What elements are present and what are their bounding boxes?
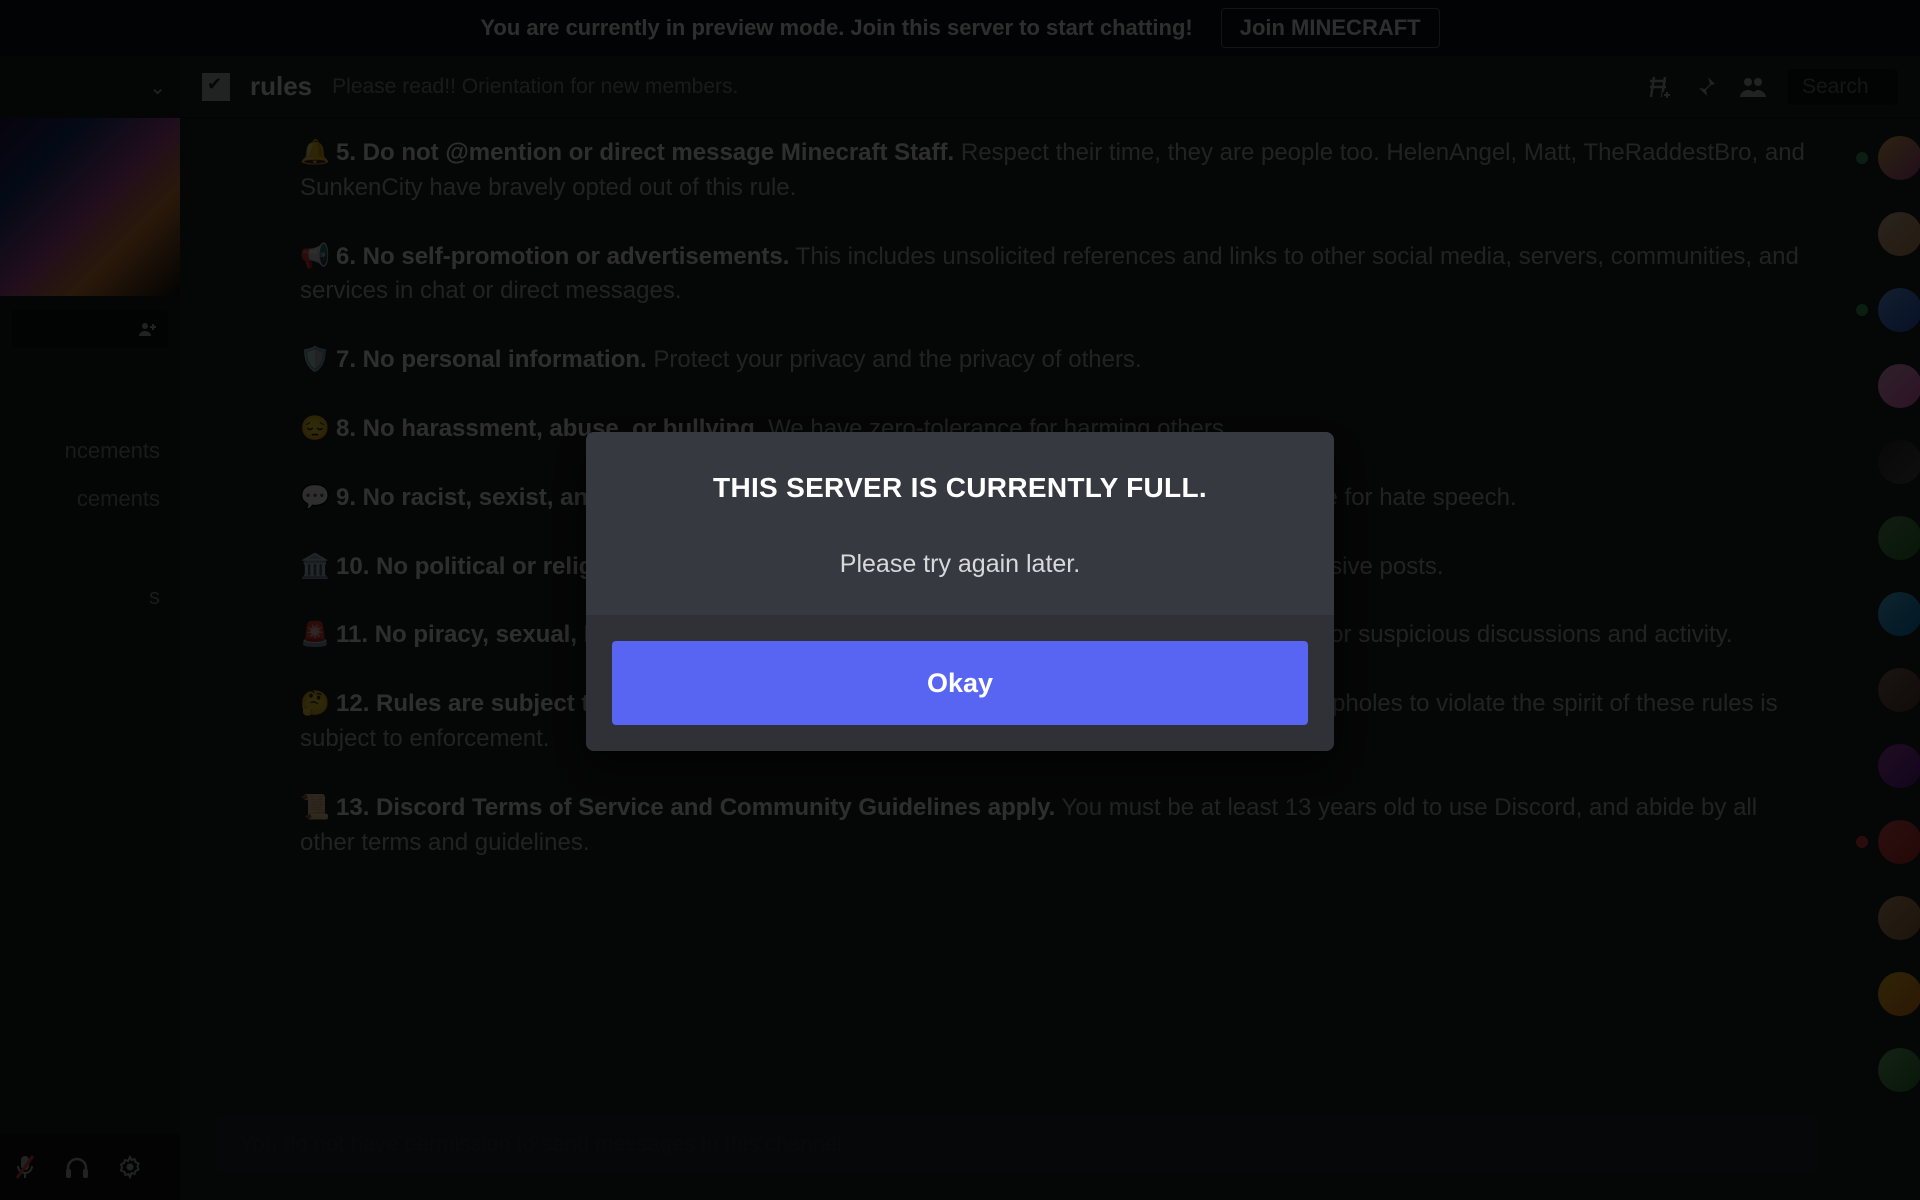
modal-title: THIS SERVER IS CURRENTLY FULL. <box>622 472 1298 504</box>
modal-okay-button[interactable]: Okay <box>612 641 1308 725</box>
modal-message: Please try again later. <box>622 550 1298 579</box>
modal-overlay[interactable]: THIS SERVER IS CURRENTLY FULL. Please tr… <box>0 0 1920 1200</box>
server-full-modal: THIS SERVER IS CURRENTLY FULL. Please tr… <box>586 432 1334 751</box>
